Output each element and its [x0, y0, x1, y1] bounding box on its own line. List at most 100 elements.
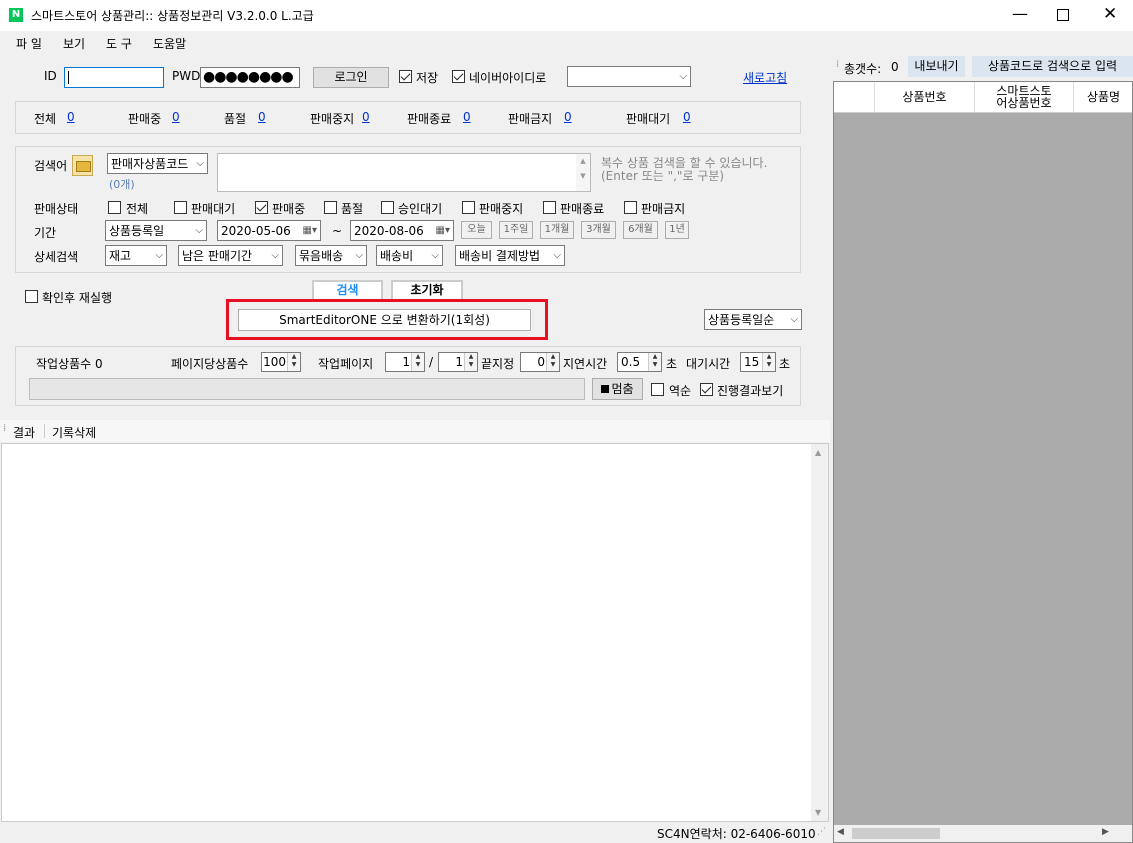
state-ended-checkbox[interactable]	[543, 201, 556, 214]
menu-help[interactable]: 도움말	[153, 35, 186, 52]
page-to-spinner[interactable]: 1 ▲ ▼	[438, 352, 478, 372]
result-log-area[interactable]: ▲ ▼	[1, 443, 829, 822]
search-button-label: 검색	[336, 283, 359, 297]
id-input[interactable]	[64, 67, 164, 88]
per-page-value: 100	[263, 355, 286, 369]
menu-tools[interactable]: 도 구	[106, 35, 132, 52]
spinner-arrows-icon[interactable]: ▲ ▼	[648, 353, 661, 371]
code-to-search-button[interactable]: 상품코드로 검색으로 입력	[972, 56, 1133, 77]
show-progress-checkbox[interactable]	[700, 383, 713, 396]
range-6month-button[interactable]: 6개월	[623, 221, 658, 239]
end-spinner[interactable]: 0 ▲ ▼	[520, 352, 560, 372]
date-to-picker[interactable]: 2020-08-06 ▦▾	[350, 220, 454, 241]
state-selling-checkbox[interactable]	[255, 201, 268, 214]
scroll-thumb[interactable]	[852, 828, 940, 839]
horizontal-scrollbar[interactable]: ◀ ▶	[834, 825, 1132, 842]
naver-id-select[interactable]: ⌵	[567, 66, 691, 87]
status-ended-count[interactable]: 0	[463, 110, 471, 124]
sort-order-select[interactable]: 상품등록일순 ⌵	[704, 309, 802, 330]
state-all-checkbox[interactable]	[108, 201, 121, 214]
status-selling-count[interactable]: 0	[172, 110, 180, 124]
detail-shipping-select[interactable]: 배송비 ⌵	[376, 245, 443, 266]
chevron-down-icon: ⌵	[431, 250, 439, 261]
calendar-icon[interactable]: ▦▾	[436, 221, 450, 240]
spinner-arrows-icon[interactable]: ▲ ▼	[287, 353, 300, 371]
confirm-rerun-label: 확인후 재실행	[42, 291, 113, 305]
spinner-arrows-icon[interactable]: ▲ ▼	[464, 353, 477, 371]
range-3month-button[interactable]: 3개월	[581, 221, 616, 239]
product-grid[interactable]: 상품번호 스마트스토 어상품번호 상품명 ◀ ▶	[833, 81, 1133, 843]
work-count-label: 작업상품수 0	[36, 357, 103, 371]
status-all-count[interactable]: 0	[67, 110, 75, 124]
naver-id-checkbox[interactable]	[452, 70, 465, 83]
minimize-icon[interactable]: —	[1012, 4, 1028, 23]
search-button[interactable]: 검색	[312, 280, 383, 299]
scrollbar[interactable]: ▲ ▼	[576, 154, 590, 191]
range-1year-button[interactable]: 1년	[665, 221, 689, 239]
spinner-arrows-icon[interactable]: ▲ ▼	[546, 353, 559, 371]
state-suspended-checkbox[interactable]	[462, 201, 475, 214]
menu-view[interactable]: 보기	[63, 35, 85, 52]
range-1month-button[interactable]: 1개월	[540, 221, 574, 239]
save-checkbox[interactable]	[399, 70, 412, 83]
range-1week-button[interactable]: 1주일	[499, 221, 533, 239]
stop-button[interactable]: 멈춤	[592, 378, 643, 400]
pwd-input-value: ●●●●●●●●	[203, 69, 294, 85]
detail-remaining-select[interactable]: 남은 판매기간 ⌵	[178, 245, 283, 266]
scroll-down-icon[interactable]: ▼	[815, 808, 821, 817]
column-product-no[interactable]: 상품번호	[875, 82, 975, 112]
wait-spinner[interactable]: 15 ▲ ▼	[740, 352, 776, 372]
end-value: 0	[537, 355, 545, 369]
page-slash: /	[429, 355, 434, 369]
spinner-arrows-icon[interactable]: ▲ ▼	[762, 353, 775, 371]
range-today-button[interactable]: 오늘	[461, 221, 492, 239]
resize-grip-icon[interactable]: ⋰	[817, 827, 826, 837]
scroll-up-icon[interactable]: ▲	[815, 448, 821, 457]
reset-button[interactable]: 초기화	[391, 280, 463, 299]
tab-clear-log[interactable]: 기록삭제	[52, 424, 96, 441]
status-suspended-count[interactable]: 0	[362, 110, 370, 124]
range-3month-label: 3개월	[586, 224, 611, 235]
login-button[interactable]: 로그인	[313, 67, 389, 88]
search-keyword-textarea[interactable]: ▲ ▼	[217, 153, 591, 192]
state-approval-checkbox[interactable]	[381, 201, 394, 214]
period-label: 기간	[34, 226, 57, 240]
state-banned-checkbox[interactable]	[624, 201, 637, 214]
chevron-down-icon: ⌵	[790, 314, 798, 325]
refresh-link[interactable]: 새로고침	[743, 69, 787, 86]
spinner-arrows-icon[interactable]: ▲ ▼	[411, 353, 424, 371]
pwd-input[interactable]: ●●●●●●●●	[200, 67, 300, 88]
detail-stock-select[interactable]: 재고 ⌵	[105, 245, 167, 266]
per-page-spinner[interactable]: 100 ▲ ▼	[261, 352, 301, 372]
delay-spinner[interactable]: 0.5 ▲ ▼	[617, 352, 662, 372]
tab-result[interactable]: 결과	[13, 424, 35, 441]
detail-payment-select[interactable]: 배송비 결제방법 ⌵	[455, 245, 565, 266]
app-logo-icon: N	[9, 8, 23, 22]
column-store-product-no[interactable]: 스마트스토 어상품번호	[975, 82, 1074, 112]
maximize-icon[interactable]	[1057, 9, 1069, 21]
reverse-checkbox[interactable]	[651, 383, 664, 396]
menu-file[interactable]: 파 일	[16, 35, 42, 52]
period-type-select[interactable]: 상품등록일 ⌵	[105, 220, 207, 241]
status-waiting-count[interactable]: 0	[683, 110, 691, 124]
scrollbar[interactable]: ▲ ▼	[811, 444, 828, 821]
column-product-name[interactable]: 상품명	[1075, 82, 1132, 112]
confirm-rerun-checkbox[interactable]	[25, 290, 38, 303]
export-button[interactable]: 내보내기	[908, 56, 965, 77]
close-icon[interactable]: ✕	[1103, 4, 1117, 24]
state-soldout-checkbox[interactable]	[324, 201, 337, 214]
status-soldout-count[interactable]: 0	[258, 110, 266, 124]
open-folder-button[interactable]	[72, 155, 93, 176]
date-from-value: 2020-05-06	[221, 224, 291, 238]
search-hint: 복수 상품 검색을 할 수 있습니다. (Enter 또는 ","로 구분)	[601, 156, 768, 183]
state-waiting-checkbox[interactable]	[174, 201, 187, 214]
detail-bundle-select[interactable]: 묶음배송 ⌵	[295, 245, 367, 266]
status-banned-count[interactable]: 0	[564, 110, 572, 124]
scroll-left-icon[interactable]: ◀	[837, 827, 844, 837]
search-type-select[interactable]: 판매자상품코드 ⌵	[107, 153, 208, 174]
scroll-right-icon[interactable]: ▶	[1102, 827, 1109, 837]
convert-smarteditor-button[interactable]: SmartEditorONE 으로 변환하기(1회성)	[238, 309, 531, 331]
date-from-picker[interactable]: 2020-05-06 ▦▾	[217, 220, 321, 241]
page-from-spinner[interactable]: 1 ▲ ▼	[385, 352, 425, 372]
calendar-icon[interactable]: ▦▾	[303, 221, 317, 240]
